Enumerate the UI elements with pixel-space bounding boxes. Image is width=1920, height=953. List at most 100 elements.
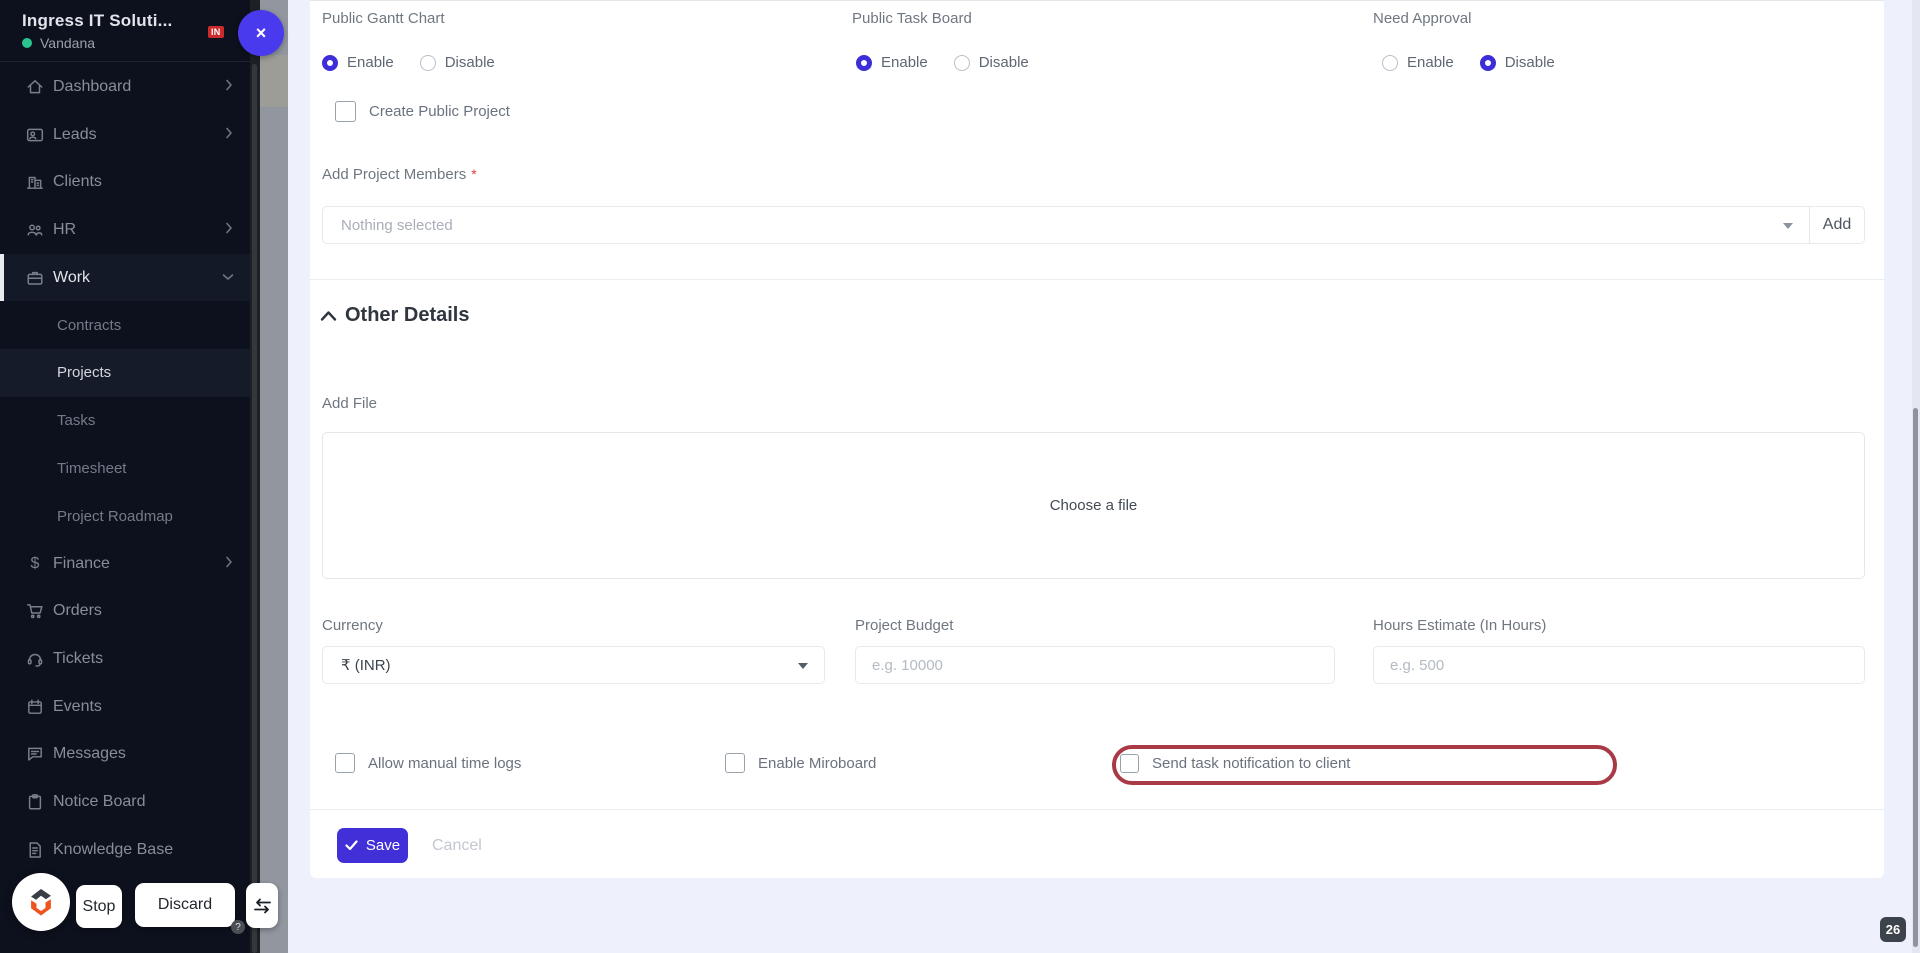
sidebar-item-notice-board[interactable]: Notice Board <box>0 778 250 826</box>
sidebar-item-messages[interactable]: Messages <box>0 731 250 779</box>
enable-miroboard-checkbox[interactable]: Enable Miroboard <box>725 753 876 773</box>
add-member-button[interactable]: Add <box>1810 206 1865 244</box>
public-gantt-chart-label: Public Gantt Chart <box>322 10 445 27</box>
currency-value: ₹ (INR) <box>341 657 391 674</box>
discard-button[interactable]: Discard <box>135 883 235 927</box>
checkbox-icon <box>335 101 356 122</box>
sidebar-item-label: Contracts <box>57 316 122 334</box>
currency-label: Currency <box>322 617 383 634</box>
online-status-dot <box>22 38 32 48</box>
id-card-icon <box>25 125 45 145</box>
allow-manual-time-logs-checkbox[interactable]: Allow manual time logs <box>335 753 521 773</box>
section-title: Other Details <box>345 304 470 326</box>
sidebar-item-timesheet[interactable]: Timesheet <box>0 445 250 493</box>
taskboard-disable-radio[interactable]: Disable <box>953 54 1029 71</box>
dollar-icon: $ <box>30 554 40 572</box>
sidebar-item-label: Orders <box>53 602 102 620</box>
project-budget-input[interactable] <box>855 646 1335 684</box>
public-task-board-label: Public Task Board <box>852 10 972 27</box>
sidebar-item-hr[interactable]: HR <box>0 206 250 254</box>
chevron-right-icon <box>224 78 234 96</box>
sidebar-item-work[interactable]: Work <box>0 253 250 302</box>
swap-panel-button[interactable] <box>246 883 278 928</box>
help-button[interactable]: ? <box>231 920 245 934</box>
company-name: Ingress IT Soluti... <box>22 11 173 30</box>
close-overlay-button[interactable]: × <box>238 10 284 56</box>
checkbox-label: Enable Miroboard <box>758 754 877 772</box>
sidebar-item-knowledge-base[interactable]: Knowledge Base <box>0 826 250 874</box>
currency-select[interactable]: ₹ (INR) <box>322 646 825 684</box>
taskboard-enable-radio[interactable]: Enable <box>856 54 928 71</box>
sidebar-item-label: Events <box>53 697 102 715</box>
hours-estimate-input[interactable] <box>1373 646 1865 684</box>
sidebar-item-label: Finance <box>53 554 110 572</box>
checkbox-label: Create Public Project <box>369 103 510 120</box>
sidebar-item-finance[interactable]: $ Finance <box>0 540 250 588</box>
sidebar-item-label: Notice Board <box>53 793 146 811</box>
radio-selected-icon <box>1479 54 1496 71</box>
sidebar-item-leads[interactable]: Leads <box>0 111 250 159</box>
sidebar-item-tasks[interactable]: Tasks <box>0 397 250 445</box>
agent-logo-button[interactable] <box>12 873 70 931</box>
hours-estimate-label: Hours Estimate (In Hours) <box>1373 617 1547 634</box>
building-icon <box>25 172 45 192</box>
cancel-button[interactable]: Cancel <box>432 837 482 855</box>
page-scrollbar-thumb[interactable] <box>1913 408 1918 947</box>
home-icon <box>25 77 45 97</box>
sidebar-item-project-roadmap[interactable]: Project Roadmap <box>0 492 250 540</box>
radio-label: Enable <box>881 54 928 71</box>
radio-label: Enable <box>1407 54 1454 71</box>
sidebar-item-label: Work <box>53 268 91 286</box>
add-project-members-label: Add Project Members * <box>322 166 477 183</box>
caret-down-icon <box>1783 223 1793 229</box>
approval-disable-radio[interactable]: Disable <box>1479 54 1555 71</box>
sidebar-item-label: Project Roadmap <box>57 507 173 525</box>
sidebar-item-orders[interactable]: Orders <box>0 588 250 636</box>
save-button[interactable]: Save <box>337 828 408 863</box>
overlay-panel-strip <box>250 0 260 953</box>
sidebar-item-label: Timesheet <box>57 459 127 477</box>
radio-label: Enable <box>347 54 394 71</box>
sidebar-item-projects[interactable]: Projects <box>0 349 250 397</box>
checkbox-label: Send task notification to client <box>1152 755 1351 772</box>
gantt-enable-radio[interactable]: Enable <box>322 54 394 71</box>
sidebar-item-label: HR <box>53 220 77 238</box>
user-status: Vandana <box>22 35 95 51</box>
sidebar-item-clients[interactable]: Clients <box>0 158 250 206</box>
in-badge: IN <box>208 26 224 38</box>
inner-scrollbar-thumb[interactable] <box>260 55 288 107</box>
approval-enable-radio[interactable]: Enable <box>1382 54 1454 71</box>
cart-icon <box>25 601 45 621</box>
chevron-up-icon <box>320 310 337 321</box>
sidebar-item-tickets[interactable]: Tickets <box>0 635 250 683</box>
app-window: Ingress IT Soluti... Vandana Dashboard L… <box>0 0 1920 953</box>
sidebar-item-label: Tickets <box>53 650 104 668</box>
create-public-project-checkbox[interactable]: Create Public Project <box>335 101 510 122</box>
people-icon <box>25 220 45 240</box>
need-approval-radios: Enable Disable <box>1382 54 1555 71</box>
swap-arrows-icon <box>253 898 271 913</box>
chevron-right-icon <box>224 126 234 144</box>
user-name: Vandana <box>40 35 96 51</box>
radio-selected-icon <box>856 54 872 71</box>
send-task-notification-checkbox[interactable]: Send task notification to client <box>1120 754 1350 773</box>
close-icon: × <box>255 22 267 43</box>
panel-scrollbar-thumb[interactable] <box>252 64 257 953</box>
other-details-toggle[interactable]: Other Details <box>320 304 469 327</box>
radio-label: Disable <box>978 54 1029 71</box>
radio-icon <box>953 54 970 71</box>
sidebar-item-events[interactable]: Events <box>0 683 250 731</box>
checkbox-icon <box>725 753 745 773</box>
file-dropzone[interactable]: Choose a file <box>322 432 1865 579</box>
project-budget-label: Project Budget <box>855 617 954 634</box>
sidebar-item-label: Projects <box>57 364 112 382</box>
radio-label: Disable <box>444 54 495 71</box>
gantt-disable-radio[interactable]: Disable <box>419 54 495 71</box>
sidebar-item-contracts[interactable]: Contracts <box>0 301 250 349</box>
stop-button[interactable]: Stop <box>76 885 122 928</box>
sidebar: Ingress IT Soluti... Vandana Dashboard L… <box>0 0 250 953</box>
sidebar-item-dashboard[interactable]: Dashboard <box>0 63 250 111</box>
check-icon <box>345 840 358 851</box>
section-divider <box>310 279 1884 280</box>
project-members-select[interactable]: Nothing selected <box>322 206 1810 244</box>
